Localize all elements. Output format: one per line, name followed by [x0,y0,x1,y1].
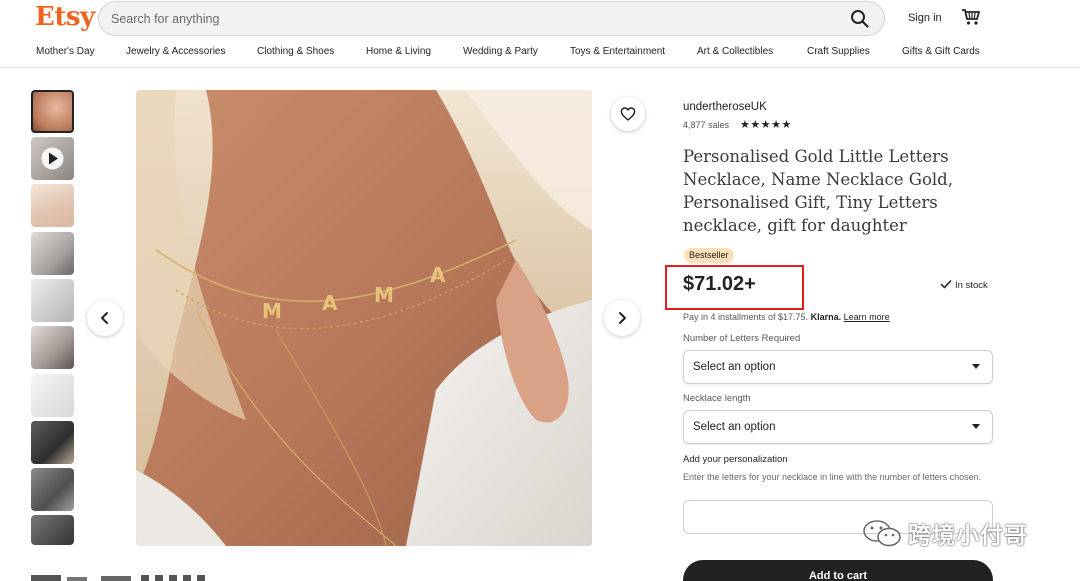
letters-label: Number of Letters Required [683,333,801,344]
thumbnail-1[interactable] [31,90,74,133]
thumbnail-4[interactable] [31,232,74,275]
category-nav: Mother's Day Jewelry & Accessories Cloth… [0,46,1080,68]
next-image-button[interactable] [604,300,640,336]
play-icon [41,147,64,170]
wechat-icon [863,520,901,547]
stock-text: In stock [955,280,988,291]
check-icon [940,279,952,289]
installments-info: Pay in 4 installments of $17.75. Klarna.… [683,312,890,322]
klarna-label: Klarna. [810,312,842,322]
heart-icon [620,107,636,121]
sign-in-link[interactable]: Sign in [908,12,942,24]
thumbnail-5[interactable] [31,279,74,322]
search-icon[interactable] [850,9,870,29]
price-highlight-box [665,265,804,310]
category-art[interactable]: Art & Collectibles [697,46,773,57]
category-home-living[interactable]: Home & Living [366,46,431,57]
prev-image-button[interactable] [87,300,123,336]
personalization-hint: Enter the letters for your necklace in l… [683,472,982,482]
etsy-logo[interactable]: Etsy [35,2,95,32]
category-toys[interactable]: Toys & Entertainment [570,46,665,57]
favorite-button[interactable] [611,97,645,131]
thumbnail-10[interactable] [31,515,74,545]
svg-text:A: A [322,291,338,315]
caret-down-icon [972,424,980,429]
category-clothing[interactable]: Clothing & Shoes [257,46,334,57]
stock-status: In stock [940,279,988,291]
category-wedding[interactable]: Wedding & Party [463,46,538,57]
watermark: 跨境小付哥 [862,516,1028,550]
shop-name-link[interactable]: undertheroseUK [683,101,767,113]
category-gifts[interactable]: Gifts & Gift Cards [902,46,980,57]
star-rating[interactable]: ★★★★★ [740,118,792,131]
thumbnail-3[interactable] [31,184,74,227]
length-select[interactable]: Select an option [683,410,993,444]
add-to-cart-button[interactable]: Add to cart [683,560,993,581]
learn-more-link[interactable]: Learn more [844,312,890,322]
length-label: Necklace length [683,393,751,404]
letters-select-value: Select an option [693,361,776,373]
length-select-value: Select an option [693,421,776,433]
thumbnail-9[interactable] [31,468,74,511]
product-title: Personalised Gold Little Letters Necklac… [683,147,953,235]
watermark-text: 跨境小付哥 [908,522,1028,548]
sales-count: 4,877 sales [683,120,730,130]
chevron-left-icon [101,312,108,324]
bestseller-badge: Bestseller [684,248,734,263]
thumbnail-8[interactable] [31,421,74,464]
category-craft-supplies[interactable]: Craft Supplies [807,46,870,57]
thumbnail-6[interactable] [31,326,74,369]
product-photo: M A M A [136,90,592,546]
thumbnail-7[interactable] [31,374,74,417]
letters-select[interactable]: Select an option [683,350,993,384]
personalization-label: Add your personalization [683,454,788,465]
caret-down-icon [972,364,980,369]
search-bar[interactable] [98,1,885,36]
thumbnail-video[interactable] [31,137,74,180]
installments-text: Pay in 4 installments of $17.75. [683,312,809,322]
cart-icon[interactable] [961,8,981,26]
product-image[interactable]: M A M A [136,90,592,546]
category-jewelry[interactable]: Jewelry & Accessories [126,46,225,57]
category-mothers-day[interactable]: Mother's Day [36,46,95,57]
search-input[interactable] [111,9,811,29]
header-divider [0,67,1080,68]
cutoff-text [31,575,205,581]
svg-text:M: M [374,283,394,307]
chevron-right-icon [619,312,626,324]
svg-text:A: A [430,263,446,287]
necklace-letters: M [262,299,282,323]
